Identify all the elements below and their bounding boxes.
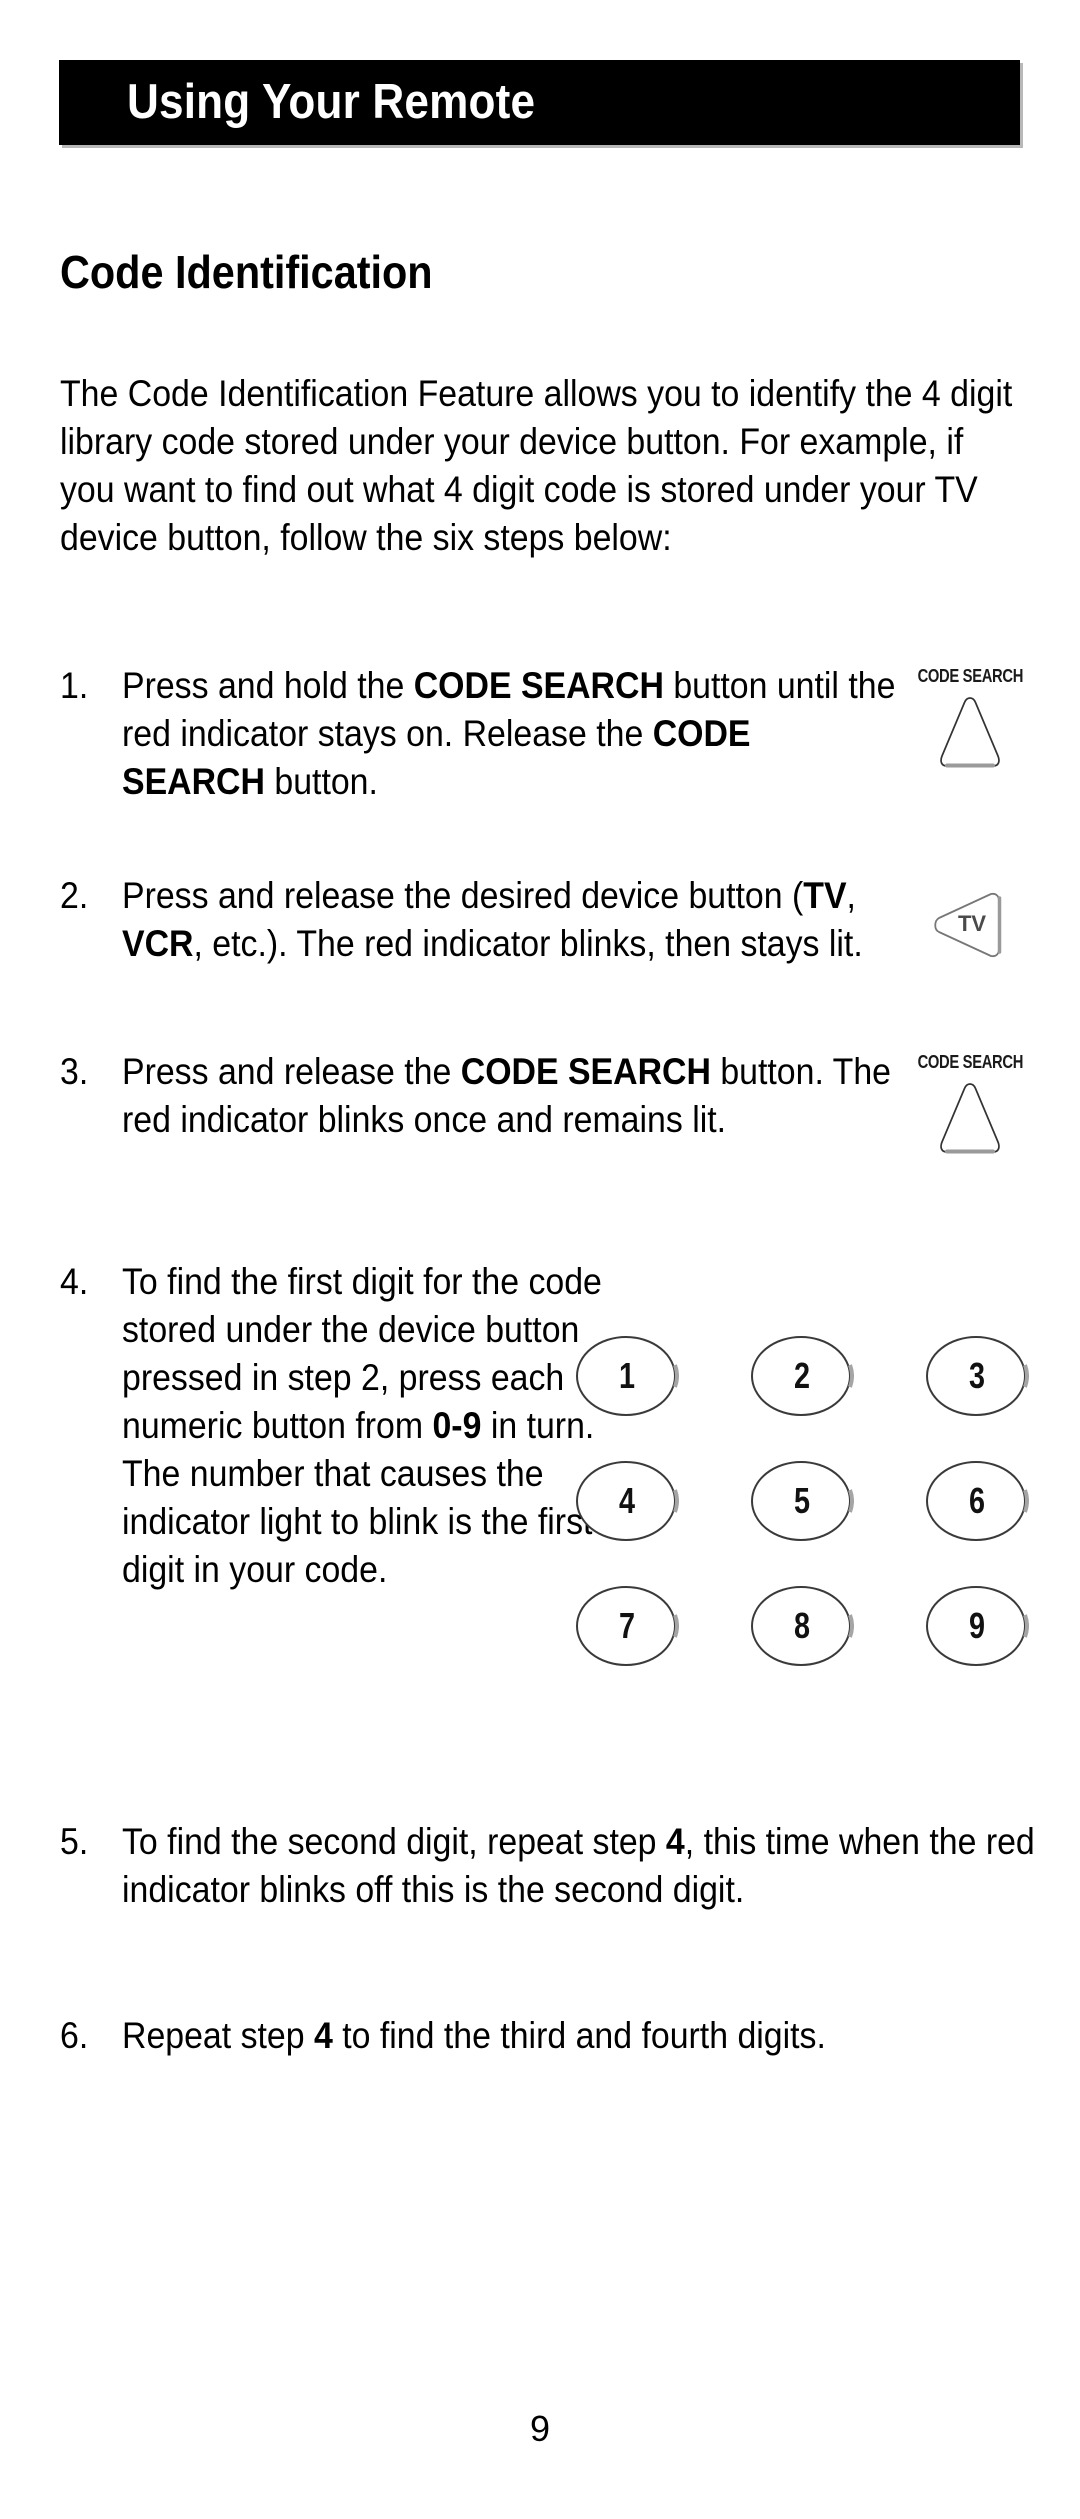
- step-body-2-text: Press and release the desired device but…: [122, 875, 863, 964]
- keypad-key-8: 8: [750, 1585, 854, 1667]
- step-marker-2-text: 2.: [60, 875, 89, 916]
- step-body-4: To find the first digit for the code sto…: [122, 1258, 620, 1594]
- step-marker-1: 1.: [60, 662, 118, 710]
- step-body-1: Press and hold the CODE SEARCH button un…: [122, 662, 940, 806]
- step-marker-5-text: 5.: [60, 1821, 89, 1862]
- tv-device-button-illustration: TV: [925, 886, 1045, 966]
- keypad-key-7: 7: [575, 1585, 679, 1667]
- step-marker-5: 5.: [60, 1818, 118, 1866]
- numeric-keypad-illustration: 1 2 3 4 5 6 7 8 9: [575, 1335, 1045, 1680]
- keypad-key-7-label: 7: [618, 1605, 636, 1646]
- keypad-key-8-label: 8: [793, 1605, 811, 1646]
- code-search-button-illustration-2: CODE SEARCH: [885, 1052, 1055, 1156]
- step-body-6: Repeat step 4 to find the third and four…: [122, 2012, 1040, 2060]
- step-marker-3: 3.: [60, 1048, 118, 1096]
- step-body-5-text: To find the second digit, repeat step 4,…: [122, 1821, 1035, 1910]
- step-marker-1-text: 1.: [60, 665, 89, 706]
- tv-button-icon: TV: [934, 892, 1002, 958]
- step-body-2: Press and release the desired device but…: [122, 872, 940, 968]
- keypad-key-2-label: 2: [793, 1355, 811, 1396]
- code-search-label-2-text: CODE SEARCH: [917, 1052, 1023, 1072]
- step-body-1-text: Press and hold the CODE SEARCH button un…: [122, 665, 896, 802]
- page-number: 9: [529, 2408, 551, 2449]
- intro-paragraph-text: The Code Identification Feature allows y…: [60, 373, 1013, 558]
- step-marker-6-text: 6.: [60, 2015, 89, 2056]
- step-body-3: Press and release the CODE SEARCH button…: [122, 1048, 940, 1144]
- triangle-up-icon: [940, 697, 1000, 768]
- step-body-6-text: Repeat step 4 to find the third and four…: [122, 2015, 826, 2056]
- banner-title-text: Using Your Remote: [127, 74, 536, 129]
- page-banner: Using Your Remote: [59, 60, 1020, 145]
- step-item-3: 3. Press and release the CODE SEARCH but…: [60, 1048, 940, 1144]
- step-item-6: 6. Repeat step 4 to find the third and f…: [60, 2012, 1040, 2060]
- keypad-key-1: 1: [575, 1335, 679, 1417]
- tv-button-label: TV: [958, 911, 986, 936]
- step-body-3-text: Press and release the CODE SEARCH button…: [122, 1051, 892, 1140]
- banner-title: Using Your Remote: [127, 73, 581, 129]
- step-marker-2: 2.: [60, 872, 118, 920]
- keypad-key-5-label: 5: [793, 1480, 811, 1521]
- step-marker-4-text: 4.: [60, 1261, 89, 1302]
- step-item-5: 5. To find the second digit, repeat step…: [60, 1818, 1040, 1914]
- step-item-1: 1. Press and hold the CODE SEARCH button…: [60, 662, 940, 806]
- code-search-label: CODE SEARCH: [885, 666, 1055, 687]
- step-marker-3-text: 3.: [60, 1051, 89, 1092]
- keypad-key-2: 2: [750, 1335, 854, 1417]
- code-search-label-text: CODE SEARCH: [917, 666, 1023, 686]
- step-marker-4: 4.: [60, 1258, 118, 1306]
- section-heading-text: Code Identification: [60, 246, 433, 299]
- keypad-key-3: 3: [925, 1335, 1029, 1417]
- code-search-label-2: CODE SEARCH: [885, 1052, 1055, 1073]
- keypad-key-4-label: 4: [618, 1480, 636, 1521]
- step-body-4-text: To find the first digit for the code sto…: [122, 1261, 602, 1590]
- keypad-key-5: 5: [750, 1460, 854, 1542]
- keypad-key-9-label: 9: [968, 1605, 986, 1646]
- step-marker-6: 6.: [60, 2012, 118, 2060]
- keypad-key-4: 4: [575, 1460, 679, 1542]
- triangle-up-icon: [940, 1083, 1000, 1154]
- keypad-key-1-label: 1: [618, 1355, 636, 1396]
- keypad-key-9: 9: [925, 1585, 1029, 1667]
- step-body-5: To find the second digit, repeat step 4,…: [122, 1818, 1040, 1914]
- step-item-2: 2. Press and release the desired device …: [60, 872, 940, 968]
- section-heading: Code Identification: [60, 245, 474, 299]
- step-item-4: 4. To find the first digit for the code …: [60, 1258, 620, 1594]
- intro-paragraph: The Code Identification Feature allows y…: [60, 370, 1020, 562]
- keypad-key-6-label: 6: [968, 1480, 986, 1521]
- keypad-key-3-label: 3: [968, 1355, 986, 1396]
- code-search-button-illustration: CODE SEARCH: [885, 666, 1055, 770]
- keypad-key-6: 6: [925, 1460, 1029, 1542]
